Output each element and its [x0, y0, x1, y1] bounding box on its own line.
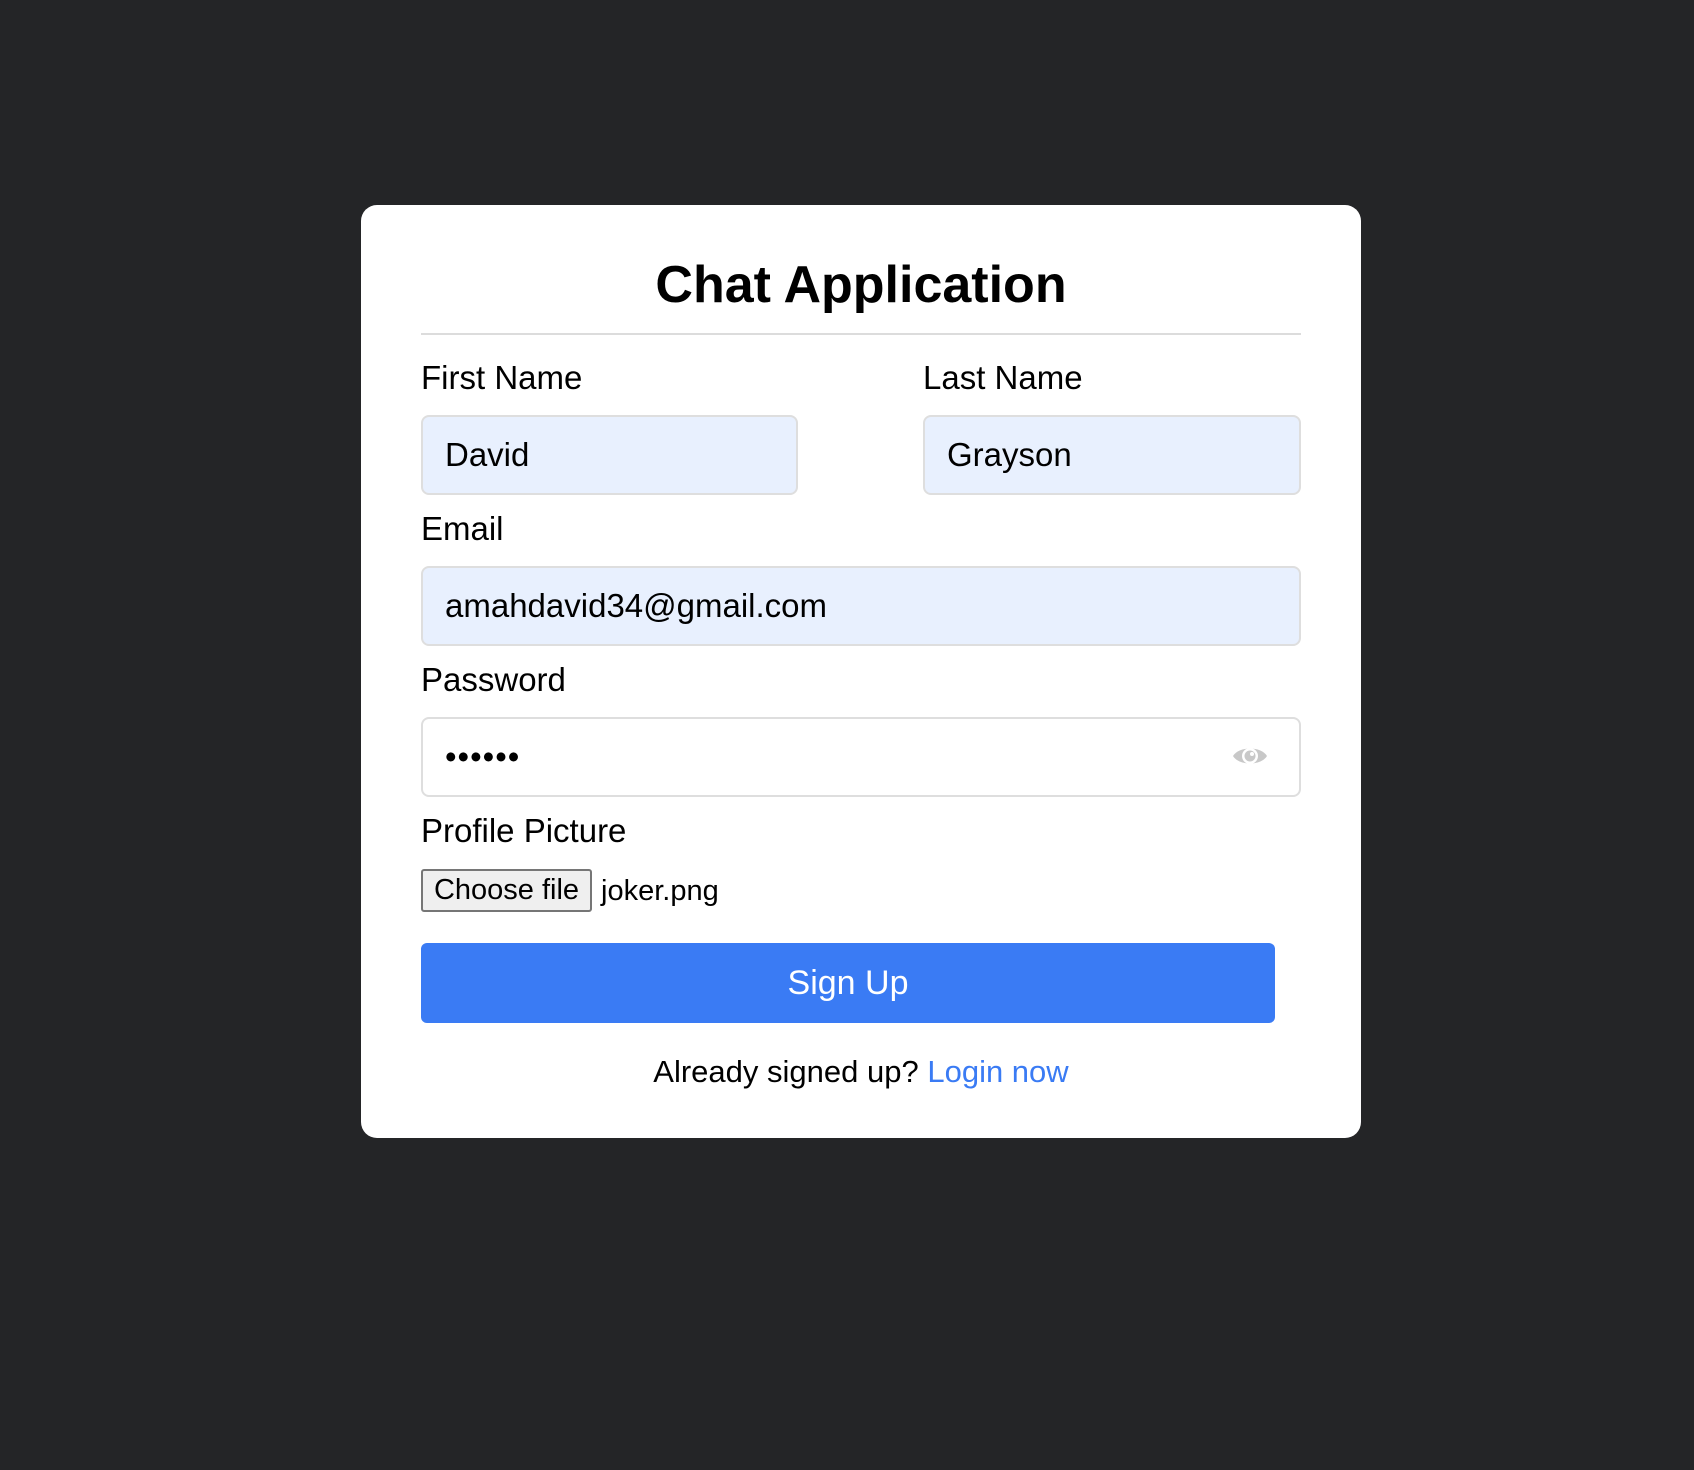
last-name-label: Last Name [923, 359, 1083, 396]
eye-icon[interactable] [1231, 742, 1269, 770]
login-prompt: Already signed up? Login now [361, 1052, 1361, 1092]
profile-picture-label: Profile Picture [421, 812, 627, 849]
password-input[interactable] [421, 717, 1301, 797]
choose-file-button[interactable]: Choose file [421, 869, 592, 912]
email-label: Email [421, 510, 504, 547]
title-divider [421, 333, 1301, 335]
first-name-label: First Name [421, 359, 583, 396]
password-label: Password [421, 661, 566, 698]
email-input[interactable] [421, 566, 1301, 646]
signup-card: Chat Application First Name Last Name Em… [361, 205, 1361, 1138]
sign-up-button[interactable]: Sign Up [421, 943, 1275, 1023]
selected-file-name: joker.png [601, 875, 719, 907]
login-prompt-text: Already signed up? [653, 1054, 919, 1089]
first-name-input[interactable] [421, 415, 798, 495]
last-name-input[interactable] [923, 415, 1301, 495]
login-now-link[interactable]: Login now [927, 1054, 1068, 1089]
app-title: Chat Application [655, 256, 1067, 314]
